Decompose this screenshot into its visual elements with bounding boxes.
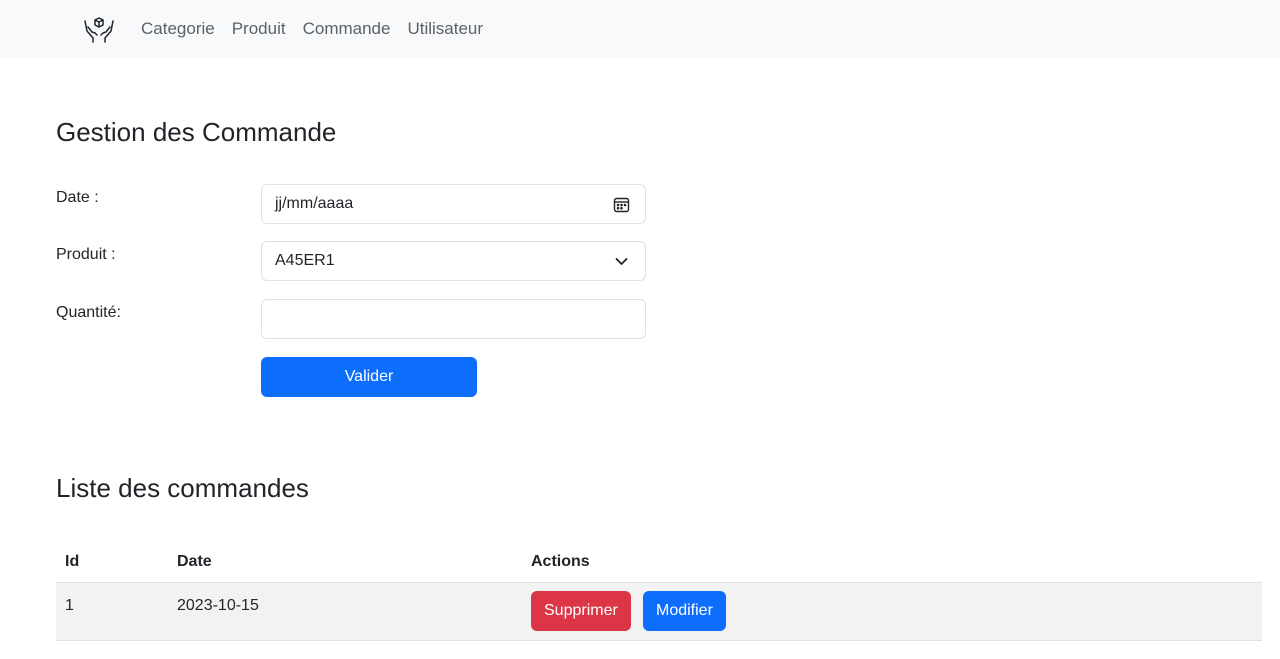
quantite-input[interactable] [261, 299, 646, 339]
nav-link-commande[interactable]: Commande [303, 18, 391, 40]
date-placeholder: jj/mm/aaaa [275, 195, 354, 212]
nav-links: Categorie Produit Commande Utilisateur [141, 18, 483, 40]
table-header: Id Date Actions [56, 543, 1262, 583]
nav-link-produit[interactable]: Produit [232, 18, 286, 40]
row-id: 1 [65, 597, 74, 614]
column-header-id: Id [65, 553, 80, 570]
supprimer-button[interactable]: Supprimer [531, 591, 631, 631]
nav-link-categorie[interactable]: Categorie [141, 18, 215, 40]
date-input[interactable]: jj/mm/aaaa [261, 184, 646, 224]
column-header-actions: Actions [531, 553, 590, 570]
modifier-button[interactable]: Modifier [643, 591, 726, 631]
nav-link-utilisateur[interactable]: Utilisateur [407, 18, 483, 40]
table-row: 1 2023-10-15 Supprimer Modifier [56, 583, 1262, 641]
calendar-icon[interactable] [613, 196, 630, 213]
brand-logo[interactable] [81, 13, 117, 45]
navbar: Categorie Produit Commande Utilisateur [0, 0, 1280, 58]
produit-label: Produit : [56, 246, 116, 263]
valider-button[interactable]: Valider [261, 357, 477, 397]
page-title: Gestion des Commande [56, 117, 337, 147]
column-header-date: Date [177, 553, 212, 570]
produit-selected-value: A45ER1 [275, 252, 335, 269]
row-date: 2023-10-15 [177, 597, 259, 614]
list-title: Liste des commandes [56, 473, 309, 503]
hands-box-icon [84, 17, 114, 43]
date-label: Date : [56, 189, 99, 206]
produit-select[interactable]: A45ER1 [261, 241, 646, 281]
chevron-down-icon [615, 258, 628, 265]
quantite-label: Quantité: [56, 304, 121, 321]
orders-table: Id Date Actions 1 2023-10-15 Supprimer M… [56, 543, 1262, 641]
